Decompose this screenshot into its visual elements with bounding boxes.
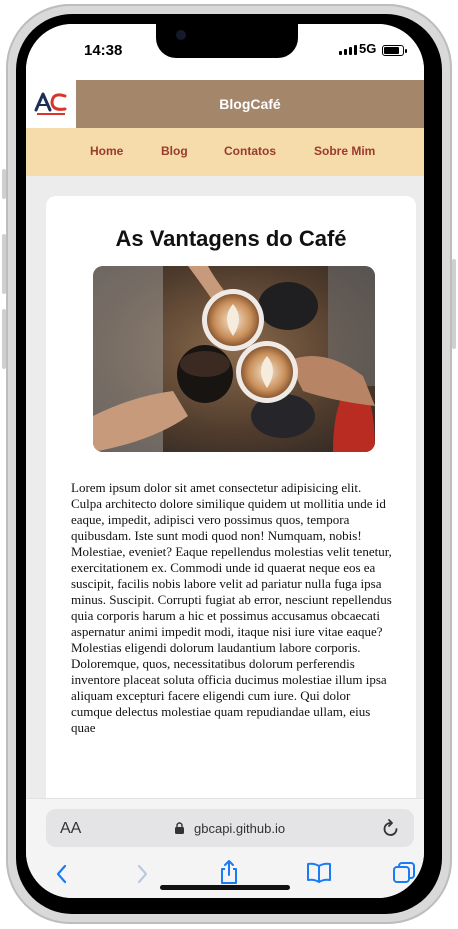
back-icon[interactable]: [54, 863, 70, 885]
logo-icon: [34, 92, 67, 115]
front-camera: [176, 30, 186, 40]
reload-icon[interactable]: [382, 818, 400, 838]
article-image: [93, 266, 375, 452]
tabs-icon[interactable]: [392, 861, 416, 885]
nav-contatos[interactable]: Contatos: [224, 144, 276, 158]
volume-down-button: [2, 309, 6, 369]
site-nav: Home Blog Contatos Sobre Mim: [26, 128, 424, 176]
nav-blog[interactable]: Blog: [161, 144, 188, 158]
article-title: As Vantagens do Café: [115, 226, 347, 251]
signal-icon: [339, 45, 357, 55]
text-size-button[interactable]: AA: [60, 820, 81, 838]
volume-up-button: [2, 234, 6, 294]
clock: 14:38: [84, 42, 123, 59]
nav-sobre-mim[interactable]: Sobre Mim: [314, 144, 375, 158]
battery-icon: [382, 45, 407, 56]
text-size-label: AA: [60, 820, 82, 837]
site-logo[interactable]: [26, 80, 76, 128]
address-bar[interactable]: AA gbcapi.github.io: [46, 809, 414, 847]
url-text: gbcapi.github.io: [194, 821, 286, 836]
nav-home[interactable]: Home: [90, 144, 123, 158]
browser-toolbar: AA gbcapi.github.io: [26, 798, 424, 898]
forward-icon[interactable]: [134, 863, 150, 885]
screen: 14:38 5G BlogCafé Home Blog Contatos Sob…: [26, 24, 424, 898]
power-button: [452, 259, 456, 349]
mute-switch: [2, 169, 6, 199]
home-indicator: [160, 885, 290, 890]
network-type: 5G: [359, 41, 377, 56]
notch: [156, 24, 298, 58]
article-card: As Vantagens do Café Lorem ipsum dolor s…: [46, 196, 416, 798]
phone-frame: 14:38 5G BlogCafé Home Blog Contatos Sob…: [2, 4, 456, 924]
site-header: BlogCafé: [26, 80, 424, 128]
site-brand[interactable]: BlogCafé: [76, 80, 424, 128]
bookmarks-icon[interactable]: [306, 861, 332, 883]
share-icon[interactable]: [218, 859, 240, 885]
article-body: Lorem ipsum dolor sit amet consectetur a…: [71, 480, 392, 735]
lock-icon: [175, 822, 184, 834]
page-content[interactable]: As Vantagens do Café Lorem ipsum dolor s…: [26, 176, 424, 798]
